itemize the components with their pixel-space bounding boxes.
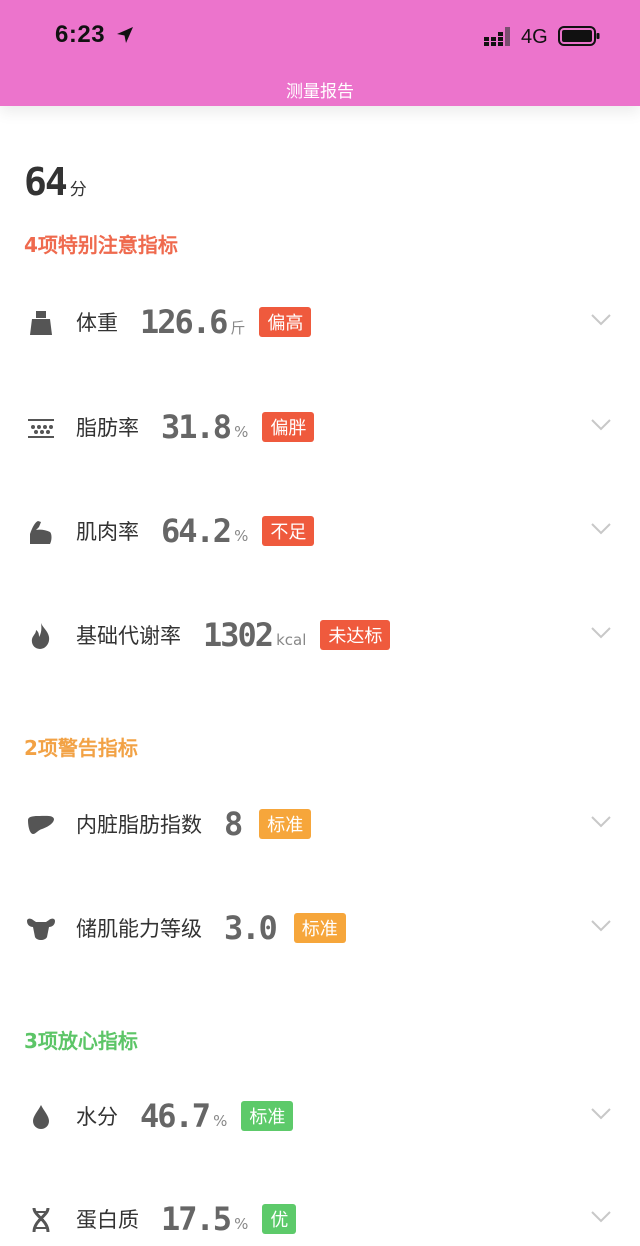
- metric-label: 脂肪率: [76, 416, 139, 440]
- metric-label: 内脏脂肪指数: [76, 813, 202, 837]
- section-title-warning: 2项警告指标: [24, 736, 138, 760]
- location-arrow-icon: [117, 27, 133, 43]
- chevron-down-icon[interactable]: [590, 313, 612, 327]
- metric-label: 体重: [76, 311, 118, 335]
- status-badge: 标准: [259, 809, 312, 839]
- section-title-attention: 4项特别注意指标: [24, 233, 178, 257]
- metric-row-protein[interactable]: 蛋白质 17.5 % 优: [0, 1189, 640, 1246]
- metric-unit: kcal: [276, 631, 307, 649]
- score-unit: 分: [69, 180, 87, 200]
- metric-value: 17.5: [161, 1200, 232, 1238]
- metric-value: 1302: [203, 616, 274, 654]
- metric-value: 8: [224, 805, 243, 843]
- metric-unit: 斤: [230, 318, 246, 337]
- metric-unit: %: [234, 423, 249, 441]
- page-title: 测量报告: [286, 82, 354, 102]
- metric-row-body-fat[interactable]: 脂肪率 31.8 % 偏胖: [0, 397, 640, 457]
- metric-value: 31.8: [161, 408, 232, 446]
- status-badge: 偏胖: [262, 412, 315, 442]
- metric-unit: %: [234, 527, 249, 545]
- metric-body: 肌肉率 64.2 % 不足: [76, 501, 315, 561]
- muscle-torso-icon: [27, 918, 55, 940]
- liver-icon: [28, 815, 54, 834]
- chevron-down-icon[interactable]: [590, 522, 612, 536]
- metric-body: 脂肪率 31.8 % 偏胖: [76, 397, 315, 457]
- metric-label: 蛋白质: [76, 1208, 139, 1232]
- muscle-arm-icon: [30, 521, 52, 544]
- app-header: 6:23 4G 测量报告: [0, 0, 640, 106]
- body-fat-icon: [28, 419, 54, 438]
- metric-row-bmr[interactable]: 基础代谢率 1302 kcal 未达标: [0, 605, 640, 665]
- dna-icon: [32, 1207, 50, 1233]
- metric-body: 体重 126.6 斤 偏高: [76, 292, 312, 352]
- metric-label: 储肌能力等级: [76, 917, 202, 941]
- metric-row-visceral-fat[interactable]: 内脏脂肪指数 8 标准: [0, 794, 640, 854]
- metric-unit: %: [213, 1112, 228, 1130]
- metric-row-water[interactable]: 水分 46.7 % 标准: [0, 1086, 640, 1146]
- metric-body: 基础代谢率 1302 kcal 未达标: [76, 605, 391, 665]
- signal-strength-icon: [484, 27, 510, 46]
- metric-body: 储肌能力等级 3.0 标准: [76, 898, 346, 958]
- chevron-down-icon[interactable]: [590, 919, 612, 933]
- chevron-down-icon[interactable]: [590, 418, 612, 432]
- flame-icon: [31, 623, 50, 649]
- network-type: 4G: [521, 26, 548, 48]
- status-badge: 标准: [293, 913, 346, 943]
- metric-body: 内脏脂肪指数 8 标准: [76, 794, 312, 854]
- metric-row-muscle-storage[interactable]: 储肌能力等级 3.0 标准: [0, 898, 640, 958]
- status-badge: 偏高: [259, 307, 312, 337]
- metric-value: 46.7: [140, 1097, 211, 1135]
- metric-value: 64.2: [161, 512, 232, 550]
- metric-unit: %: [234, 1215, 249, 1233]
- status-badge: 标准: [241, 1101, 294, 1131]
- total-score: 64 分: [24, 160, 87, 204]
- section-title-safe: 3项放心指标: [24, 1029, 138, 1053]
- water-drop-icon: [33, 1105, 49, 1129]
- chevron-down-icon[interactable]: [590, 815, 612, 829]
- chevron-down-icon[interactable]: [590, 1107, 612, 1121]
- metric-value: 126.6: [140, 303, 228, 341]
- status-badge: 不足: [262, 516, 315, 546]
- chevron-down-icon[interactable]: [590, 1210, 612, 1224]
- metric-label: 水分: [76, 1105, 118, 1129]
- metric-body: 蛋白质 17.5 % 优: [76, 1189, 297, 1246]
- metric-row-muscle-rate[interactable]: 肌肉率 64.2 % 不足: [0, 501, 640, 561]
- status-badge: 优: [262, 1204, 297, 1234]
- chevron-down-icon[interactable]: [590, 626, 612, 640]
- status-badge: 未达标: [320, 620, 391, 650]
- status-bar: 6:23 4G: [0, 0, 640, 72]
- metric-value: 3.0: [224, 909, 278, 947]
- score-value: 64: [24, 160, 68, 204]
- battery-icon: [558, 26, 600, 46]
- status-time: 6:23: [55, 21, 106, 48]
- metric-body: 水分 46.7 % 标准: [76, 1086, 294, 1146]
- weight-icon: [30, 311, 52, 335]
- metric-label: 基础代谢率: [76, 624, 181, 648]
- metric-row-weight[interactable]: 体重 126.6 斤 偏高: [0, 292, 640, 352]
- metric-label: 肌肉率: [76, 520, 139, 544]
